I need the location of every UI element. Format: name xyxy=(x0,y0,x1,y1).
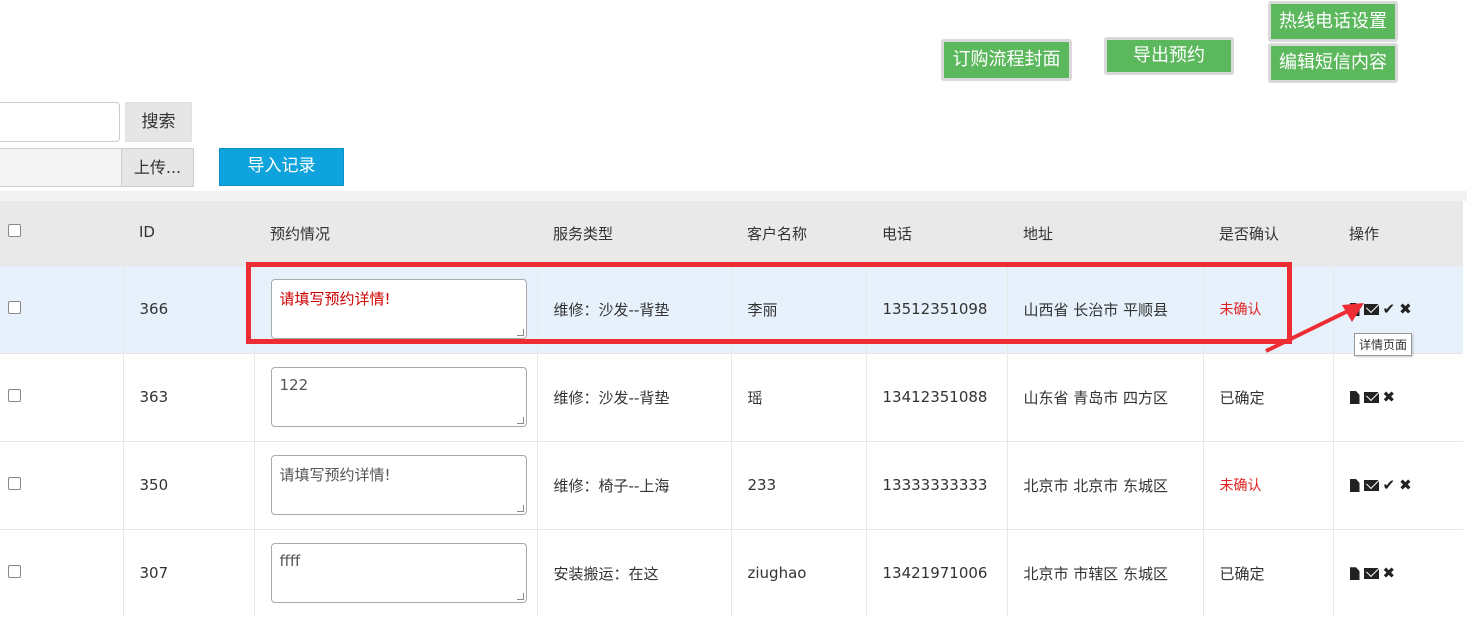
select-all-checkbox[interactable] xyxy=(8,224,21,237)
booking-note-textarea[interactable]: ffff xyxy=(270,543,527,604)
header-phone: 电话 xyxy=(882,225,913,243)
row-actions: ✖ xyxy=(1333,352,1463,441)
row-id: 307 xyxy=(123,528,255,617)
search-input[interactable] xyxy=(0,102,120,142)
mail-icon[interactable] xyxy=(1363,392,1379,403)
row-address: 山东省 青岛市 四方区 xyxy=(1007,352,1204,441)
table-toolbar-bar xyxy=(0,191,1467,201)
row-phone: 13512351098 xyxy=(866,264,1008,353)
booking-note-textarea[interactable]: 请填写预约详情! xyxy=(270,455,527,515)
row-customer: 233 xyxy=(731,440,867,529)
table-row: 366 请填写预约详情! 维修：沙发--背垫 李丽 13512351098 山西… xyxy=(0,264,1463,353)
mail-icon[interactable] xyxy=(1363,568,1379,580)
header-address: 地址 xyxy=(1023,225,1054,243)
search-button[interactable]: 搜索 xyxy=(125,102,192,142)
detail-page-icon[interactable] xyxy=(1349,391,1360,404)
confirm-check-icon[interactable]: ✔ xyxy=(1383,476,1396,494)
table-row: 350 请填写预约详情! 维修：椅子--上海 233 13333333333 北… xyxy=(0,440,1463,529)
row-address: 北京市 市辖区 东城区 xyxy=(1007,528,1204,617)
table-row: 363 122 维修：沙发--背垫 瑶 13412351088 山东省 青岛市 … xyxy=(0,352,1463,441)
row-checkbox[interactable] xyxy=(8,565,21,579)
row-actions: ✖ xyxy=(1333,528,1463,617)
row-customer: ziughao xyxy=(731,528,867,617)
confirm-check-icon[interactable]: ✔ xyxy=(1383,300,1396,318)
header-booking-info: 预约情况 xyxy=(270,225,331,243)
mail-icon[interactable] xyxy=(1363,480,1379,491)
row-phone: 13412351088 xyxy=(866,352,1008,441)
booking-note-textarea[interactable]: 122 xyxy=(270,367,527,427)
row-status: 未确认 xyxy=(1203,440,1334,529)
export-booking-button[interactable]: 导出预约 xyxy=(1104,37,1234,75)
row-customer: 李丽 xyxy=(731,264,867,353)
row-phone: 13421971006 xyxy=(866,528,1008,617)
table-header-row: ID 预约情况 服务类型 客户名称 电话 地址 是否确认 操作 xyxy=(0,201,1463,265)
upload-button[interactable]: 上传... xyxy=(121,148,194,187)
row-actions: ✔ ✖ xyxy=(1333,440,1463,529)
header-service-type: 服务类型 xyxy=(553,225,614,243)
row-service: 维修：沙发--背垫 xyxy=(537,264,732,353)
row-address: 北京市 北京市 东城区 xyxy=(1007,440,1204,529)
row-customer: 瑶 xyxy=(731,352,867,441)
edit-sms-button[interactable]: 编辑短信内容 xyxy=(1268,43,1398,83)
upload-file-field[interactable] xyxy=(0,148,121,187)
row-checkbox[interactable] xyxy=(8,477,21,490)
booking-table: ID 预约情况 服务类型 客户名称 电话 地址 是否确认 操作 366 请填写预… xyxy=(0,201,1467,617)
row-address: 山西省 长治市 平顺县 xyxy=(1007,264,1204,353)
row-checkbox[interactable] xyxy=(8,389,21,402)
detail-page-icon[interactable] xyxy=(1349,479,1360,492)
row-id: 350 xyxy=(123,440,255,529)
row-id: 363 xyxy=(123,352,255,441)
row-status: 已确定 xyxy=(1203,352,1334,441)
header-confirmed: 是否确认 xyxy=(1219,225,1280,243)
detail-page-tooltip: 详情页面 xyxy=(1354,333,1413,356)
booking-note-textarea[interactable]: 请填写预约详情! xyxy=(270,279,527,339)
header-id: ID xyxy=(139,223,155,241)
row-service: 维修：椅子--上海 xyxy=(537,440,732,529)
delete-x-icon[interactable]: ✖ xyxy=(1399,300,1412,318)
row-service: 安装搬运：在这 xyxy=(537,528,732,617)
table-row: 307 ffff 安装搬运：在这 ziughao 13421971006 北京市… xyxy=(0,528,1463,617)
row-status: 已确定 xyxy=(1203,528,1334,617)
flow-cover-button[interactable]: 订购流程封面 xyxy=(941,39,1072,81)
select-all-header[interactable] xyxy=(0,201,123,265)
row-service: 维修：沙发--背垫 xyxy=(537,352,732,441)
row-phone: 13333333333 xyxy=(866,440,1008,529)
delete-x-icon[interactable]: ✖ xyxy=(1383,388,1396,406)
header-actions: 操作 xyxy=(1349,225,1380,243)
hotline-settings-button[interactable]: 热线电话设置 xyxy=(1268,1,1398,42)
row-id: 366 xyxy=(123,264,255,353)
header-customer: 客户名称 xyxy=(747,225,808,243)
detail-page-icon[interactable] xyxy=(1349,567,1360,581)
delete-x-icon[interactable]: ✖ xyxy=(1399,476,1412,494)
delete-x-icon[interactable]: ✖ xyxy=(1383,564,1396,582)
row-checkbox[interactable] xyxy=(8,301,21,314)
import-records-button[interactable]: 导入记录 xyxy=(219,148,344,186)
